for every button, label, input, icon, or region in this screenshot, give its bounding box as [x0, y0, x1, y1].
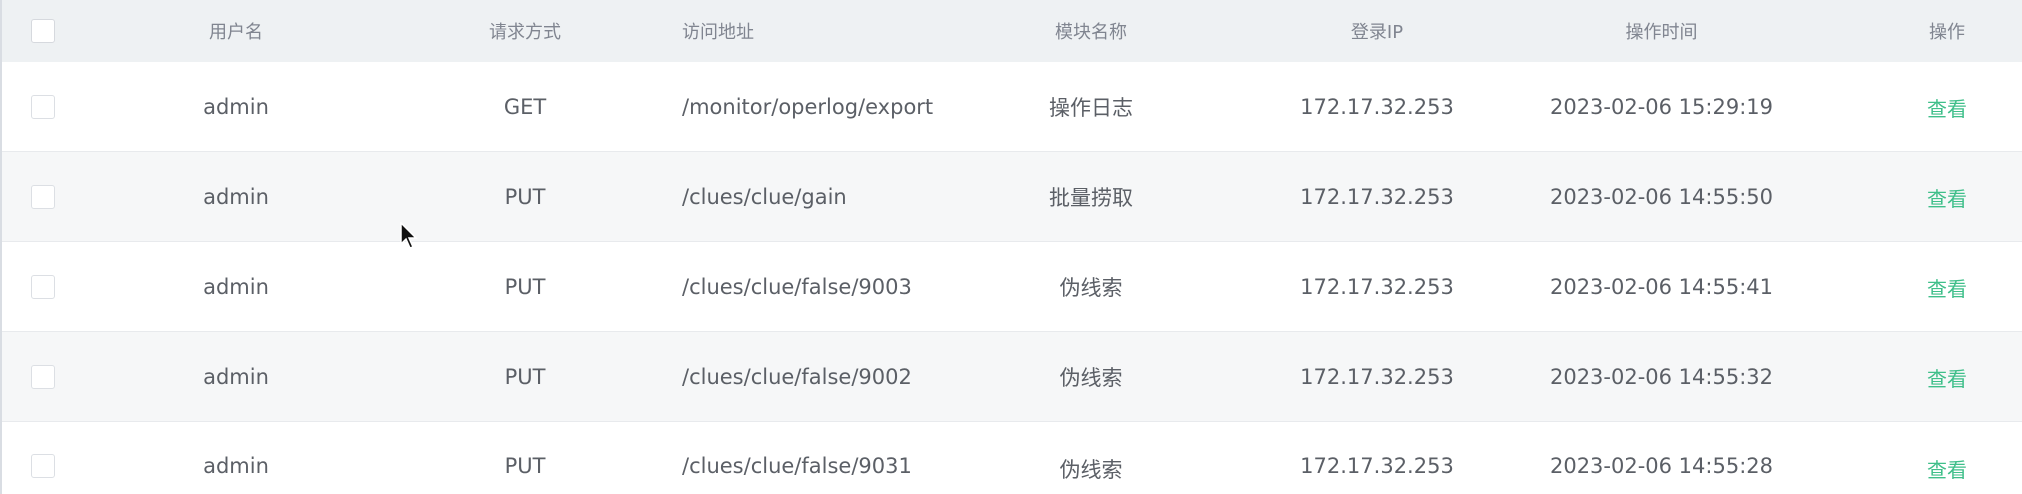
- table-row[interactable]: admin PUT /clues/clue/false/9031 伪线索 172…: [2, 422, 2022, 494]
- cell-time: 2023-02-06 14:55:41: [1549, 275, 1774, 299]
- row-checkbox[interactable]: [31, 454, 55, 478]
- cell-method: PUT: [504, 454, 546, 478]
- cell-url: /clues/clue/false/9031: [682, 454, 912, 478]
- cell-time: 2023-02-06 14:55:28: [1549, 454, 1774, 478]
- header-username[interactable]: 用户名: [176, 0, 296, 62]
- cell-ip: 172.17.32.253: [1300, 365, 1454, 389]
- cell-method: PUT: [504, 365, 546, 389]
- cell-module: 操作日志: [1049, 96, 1133, 120]
- operation-log-table: 用户名 请求方式 访问地址 模块名称 登录IP 操作时间 操作 admin GE…: [0, 0, 2022, 494]
- cell-module: 伪线索: [1059, 366, 1123, 390]
- cell-module: 伪线索: [1059, 458, 1123, 482]
- cell-module: 批量捞取: [1049, 186, 1133, 210]
- cell-url: /monitor/operlog/export: [682, 95, 934, 119]
- cell-url: /clues/clue/false/9003: [682, 275, 912, 299]
- view-link[interactable]: 查看: [1927, 454, 1967, 483]
- cell-module: 伪线索: [1059, 276, 1123, 300]
- table-row[interactable]: admin GET /monitor/operlog/export 操作日志 1…: [2, 62, 2022, 152]
- cell-url: /clues/clue/gain: [682, 185, 847, 209]
- header-ip[interactable]: 登录IP: [1277, 0, 1477, 62]
- cell-action: 查看: [1902, 242, 1992, 332]
- cell-action: 查看: [1902, 422, 1992, 494]
- cell-time: 2023-02-06 14:55:32: [1549, 365, 1774, 389]
- cell-url: /clues/clue/false/9002: [682, 365, 912, 389]
- select-all-checkbox[interactable]: [31, 19, 55, 43]
- cell-method: PUT: [504, 185, 546, 209]
- row-checkbox[interactable]: [31, 275, 55, 299]
- cell-username: admin: [203, 185, 269, 209]
- header-time[interactable]: 操作时间: [1539, 0, 1784, 62]
- view-link[interactable]: 查看: [1927, 273, 1967, 302]
- cell-action: 查看: [1902, 152, 1992, 242]
- table-header: 用户名 请求方式 访问地址 模块名称 登录IP 操作时间 操作: [2, 0, 2022, 62]
- cell-username: admin: [203, 365, 269, 389]
- mouse-pointer-icon: [400, 222, 418, 249]
- row-select-cell: [29, 62, 57, 152]
- row-select-cell: [29, 152, 57, 242]
- header-module[interactable]: 模块名称: [1015, 0, 1167, 62]
- row-checkbox[interactable]: [31, 365, 55, 389]
- cell-ip: 172.17.32.253: [1300, 454, 1454, 478]
- row-checkbox[interactable]: [31, 95, 55, 119]
- cell-action: 查看: [1902, 332, 1992, 422]
- cell-ip: 172.17.32.253: [1300, 185, 1454, 209]
- cell-method: PUT: [504, 275, 546, 299]
- view-link[interactable]: 查看: [1927, 93, 1967, 122]
- header-action: 操作: [1929, 22, 1965, 43]
- header-url[interactable]: 访问地址: [682, 0, 1042, 62]
- view-link[interactable]: 查看: [1927, 183, 1967, 212]
- table-row[interactable]: admin PUT /clues/clue/gain 批量捞取 172.17.3…: [2, 152, 2022, 242]
- table-row[interactable]: admin PUT /clues/clue/false/9003 伪线索 172…: [2, 242, 2022, 332]
- cell-method: GET: [503, 95, 547, 119]
- cell-time: 2023-02-06 14:55:50: [1549, 185, 1774, 209]
- cell-username: admin: [203, 95, 269, 119]
- cell-time: 2023-02-06 15:29:19: [1549, 95, 1774, 119]
- row-select-cell: [29, 422, 57, 494]
- cell-ip: 172.17.32.253: [1300, 275, 1454, 299]
- cell-action: 查看: [1902, 62, 1992, 152]
- row-checkbox[interactable]: [31, 185, 55, 209]
- cell-username: admin: [203, 275, 269, 299]
- header-method[interactable]: 请求方式: [465, 0, 585, 62]
- select-all-cell: [29, 0, 57, 62]
- row-select-cell: [29, 332, 57, 422]
- cell-username: admin: [203, 454, 269, 478]
- table-row[interactable]: admin PUT /clues/clue/false/9002 伪线索 172…: [2, 332, 2022, 422]
- row-select-cell: [29, 242, 57, 332]
- cell-ip: 172.17.32.253: [1300, 95, 1454, 119]
- view-link[interactable]: 查看: [1927, 363, 1967, 392]
